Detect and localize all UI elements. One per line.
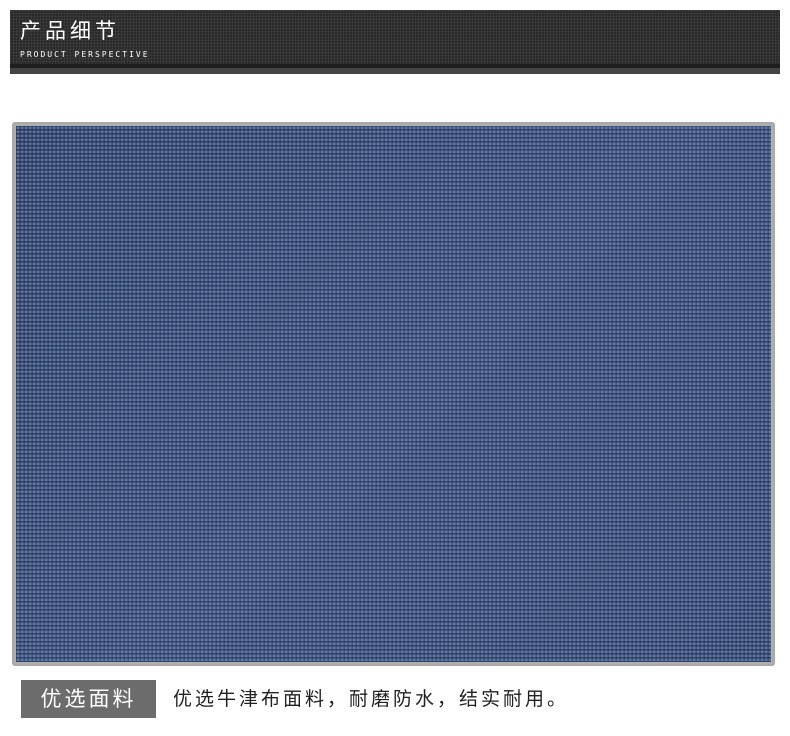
fabric-image-frame — [12, 122, 775, 666]
feature-tag-label: 优选面料 — [40, 687, 137, 711]
section-subtitle: PRODUCT PERSPECTIVE — [20, 50, 150, 59]
header-divider-light — [10, 68, 780, 74]
section-header: 产品细节 PRODUCT PERSPECTIVE — [10, 10, 780, 74]
feature-tag: 优选面料 — [21, 680, 156, 718]
section-title: 产品细节 — [20, 19, 120, 43]
fabric-texture-image — [16, 126, 771, 662]
feature-description: 优选牛津布面料，耐磨防水，结实耐用。 — [173, 688, 570, 710]
